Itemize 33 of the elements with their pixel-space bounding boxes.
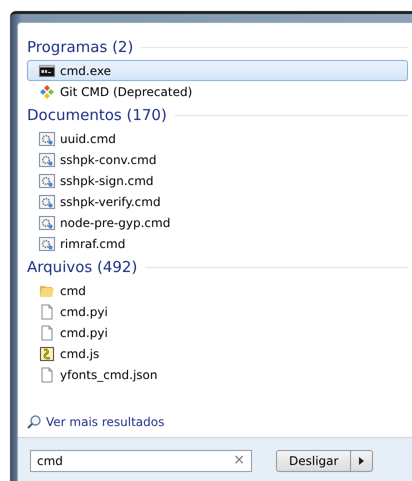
script-icon [39,346,55,362]
gear-document-icon [39,130,55,146]
result-item[interactable]: Git CMD (Deprecated) [27,81,408,102]
gear-document-icon [39,152,55,168]
result-item[interactable]: sshpk-sign.cmd [27,170,408,191]
result-item[interactable]: yfonts_cmd.json [27,364,408,385]
gear-document-icon [39,236,55,252]
result-item[interactable]: cmd [27,280,408,301]
search-field[interactable]: cmd × [30,450,252,472]
result-item[interactable]: sshpk-conv.cmd [27,149,408,170]
search-icon [26,414,42,430]
group-heading: Arquivos (492) [27,256,138,278]
result-item[interactable]: rimraf.cmd [27,233,408,254]
result-item[interactable]: cmd.exe [27,60,408,81]
gear-document-icon [39,194,55,210]
gear-document-icon [39,214,55,230]
more-results-link[interactable]: Ver mais resultados [46,413,164,431]
result-item[interactable]: cmd.pyi [27,322,408,343]
group-heading: Programas (2) [27,36,134,58]
result-item[interactable]: sshpk-verify.cmd [27,191,408,212]
file-icon [39,304,55,320]
file-icon [39,324,55,340]
clear-button[interactable]: × [233,450,245,471]
result-item[interactable]: node-pre-gyp.cmd [27,212,408,233]
group-heading: Documentos (170) [27,104,167,126]
result-item[interactable]: cmd.pyi [27,301,408,322]
console-icon [39,62,55,78]
file-icon [39,366,55,382]
caret-icon [359,456,364,464]
gear-document-icon [39,172,55,188]
diamond-icon [39,84,55,100]
result-item[interactable]: uuid.cmd [27,128,408,149]
result-item[interactable]: cmd.js [27,343,408,364]
